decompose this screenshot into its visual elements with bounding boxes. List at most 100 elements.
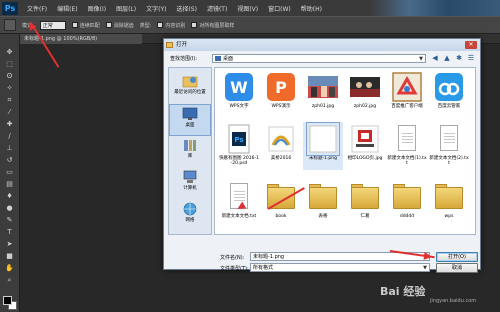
wps-presentation-icon: P bbox=[267, 73, 295, 101]
sample-all-checkbox[interactable] bbox=[191, 22, 198, 28]
hand-tool-icon[interactable]: ✋ bbox=[4, 264, 15, 273]
path-selection-tool-icon[interactable]: ➤ bbox=[4, 240, 15, 249]
baidu-cloud-icon bbox=[435, 73, 463, 101]
chevron-down-icon: ▼ bbox=[423, 265, 427, 271]
file-label: book bbox=[275, 214, 287, 219]
view-menu-icon[interactable]: ☰ bbox=[466, 53, 476, 63]
zoom-tool-icon[interactable]: ⌕ bbox=[4, 276, 15, 285]
sample-all-option[interactable]: 对所有图层取样 bbox=[191, 22, 234, 29]
file-item[interactable]: 仁葛 bbox=[345, 180, 385, 228]
magic-wand-tool-icon[interactable]: ✧ bbox=[4, 84, 15, 93]
lookin-select[interactable]: 桌面 ▼ bbox=[212, 54, 426, 63]
marquee-tool-icon[interactable]: ⬚ bbox=[4, 60, 15, 69]
baidu-jingyan-watermark: Bai 经验 bbox=[380, 285, 426, 298]
places-bar: 最近访问的位置 桌面 库 计算机 网络 bbox=[168, 67, 212, 235]
dodge-tool-icon[interactable]: ● bbox=[4, 204, 15, 213]
open-button[interactable]: 打开(O) bbox=[436, 252, 478, 262]
menu-select[interactable]: 选择(S) bbox=[171, 4, 202, 13]
clone-stamp-tool-icon[interactable]: ⊥ bbox=[4, 144, 15, 153]
file-item[interactable]: W WPS文字 bbox=[219, 70, 259, 118]
place-label: 网络 bbox=[185, 218, 195, 223]
menu-view[interactable]: 视图(V) bbox=[232, 4, 263, 13]
menu-help[interactable]: 帮助(H) bbox=[296, 4, 327, 13]
place-recent[interactable]: 最近访问的位置 bbox=[169, 72, 211, 104]
filetype-label: 文件类型(T): bbox=[220, 266, 249, 272]
place-label: 桌面 bbox=[185, 123, 195, 128]
file-label: zph01.jpg bbox=[311, 104, 335, 109]
file-item[interactable]: 百度推广客户端 bbox=[387, 70, 427, 118]
file-item[interactable]: zph01.jpg bbox=[303, 70, 343, 118]
dialog-title: 打开 bbox=[176, 42, 188, 48]
shape-tool-icon[interactable]: ■ bbox=[4, 252, 15, 261]
file-item[interactable]: 新建文本文档(2).txt bbox=[429, 122, 469, 170]
annotation-arrow-head bbox=[423, 251, 433, 261]
cancel-button[interactable]: 取消 bbox=[436, 263, 478, 273]
file-item[interactable]: book bbox=[261, 180, 301, 228]
antialias-option[interactable]: 消除锯齿 bbox=[105, 22, 134, 29]
lasso-tool-icon[interactable]: ʘ bbox=[4, 72, 15, 81]
place-network[interactable]: 网络 bbox=[169, 200, 211, 232]
contiguous-checkbox[interactable] bbox=[71, 22, 78, 28]
file-label: 快葛有图图 2016-1-20.psd bbox=[219, 156, 259, 166]
place-desktop[interactable]: 桌面 bbox=[169, 104, 211, 136]
place-label: 库 bbox=[187, 154, 193, 159]
open-dialog: 打开 ✕ 查找范围(I): 桌面 ▼ ◀ ▲ ✱ ☰ 最近访问的位置 桌面 库 … bbox=[163, 38, 481, 273]
folder-icon bbox=[391, 181, 423, 213]
eraser-tool-icon[interactable]: ▭ bbox=[4, 168, 15, 177]
antialias-label: 消除锯齿 bbox=[113, 22, 134, 29]
move-tool-icon[interactable]: ✥ bbox=[4, 48, 15, 57]
file-item[interactable]: 新建文本文档(1).txt bbox=[387, 122, 427, 170]
type-tool-icon[interactable]: T bbox=[4, 228, 15, 237]
place-library[interactable]: 库 bbox=[169, 136, 211, 168]
place-computer[interactable]: 计算机 bbox=[169, 168, 211, 200]
options-bar: 模式: 正常 连续匹配 消除锯齿 类型: 内容识别 对所有图层取样 bbox=[0, 16, 500, 34]
svg-text:Ps: Ps bbox=[234, 136, 243, 144]
file-item-selected[interactable]: 未标题-1.png bbox=[303, 122, 343, 170]
back-icon[interactable]: ◀ bbox=[430, 53, 440, 63]
file-item[interactable]: wps bbox=[429, 180, 469, 228]
file-item[interactable]: Ps 快葛有图图 2016-1-20.psd bbox=[219, 122, 259, 170]
new-folder-icon[interactable]: ✱ bbox=[454, 53, 464, 63]
menu-filter[interactable]: 滤镜(T) bbox=[202, 4, 232, 13]
blur-tool-icon[interactable]: ♦ bbox=[4, 192, 15, 201]
history-brush-tool-icon[interactable]: ↺ bbox=[4, 156, 15, 165]
contiguous-option[interactable]: 连续匹配 bbox=[71, 22, 100, 29]
menu-layer[interactable]: 图层(L) bbox=[111, 4, 141, 13]
nav-buttons: ◀ ▲ ✱ ☰ bbox=[430, 53, 478, 64]
network-icon bbox=[183, 202, 197, 216]
file-item[interactable]: 相印LOGO页.jpg bbox=[345, 122, 385, 170]
menu-type[interactable]: 文字(Y) bbox=[141, 4, 171, 13]
menu-edit[interactable]: 编辑(E) bbox=[52, 4, 82, 13]
mode-select[interactable]: 正常 bbox=[39, 20, 66, 30]
meiqiao-app-icon bbox=[268, 126, 294, 152]
file-item[interactable]: 百度云管家 bbox=[429, 70, 469, 118]
foreground-color-swatch[interactable] bbox=[3, 296, 12, 305]
tool-preset-picker[interactable] bbox=[4, 19, 16, 31]
tools-panel: ✥ ⬚ ʘ ✧ ⌗ ⁄ ✚ ∕ ⊥ ↺ ▭ ▤ ♦ ● ✎ T ➤ ■ ✋ ⌕ bbox=[0, 34, 20, 312]
menu-file[interactable]: 文件(F) bbox=[22, 4, 52, 13]
menu-window[interactable]: 窗口(W) bbox=[263, 4, 296, 13]
svg-text:W: W bbox=[230, 78, 248, 97]
crop-tool-icon[interactable]: ⌗ bbox=[4, 96, 15, 105]
file-item[interactable]: ddddd bbox=[387, 180, 427, 228]
menu-image[interactable]: 图像(I) bbox=[83, 4, 111, 13]
up-folder-icon[interactable]: ▲ bbox=[442, 53, 452, 63]
file-item[interactable]: zph02.jpg bbox=[345, 70, 385, 118]
content-aware-option[interactable]: 内容识别 bbox=[157, 22, 185, 29]
pen-tool-icon[interactable]: ✎ bbox=[4, 216, 15, 225]
filetype-select[interactable]: 所有格式 ▼ bbox=[250, 263, 430, 272]
png-file-icon bbox=[306, 122, 340, 156]
close-icon[interactable]: ✕ bbox=[465, 41, 477, 49]
eyedropper-tool-icon[interactable]: ⁄ bbox=[4, 108, 15, 117]
file-item[interactable]: P WPS演示 bbox=[261, 70, 301, 118]
healing-brush-tool-icon[interactable]: ✚ bbox=[4, 120, 15, 129]
file-item[interactable]: 美桥2016 bbox=[261, 122, 301, 170]
lookin-value: 桌面 bbox=[223, 56, 234, 62]
recent-icon bbox=[182, 76, 198, 88]
brush-tool-icon[interactable]: ∕ bbox=[4, 132, 15, 141]
file-item[interactable]: 表格 bbox=[303, 180, 343, 228]
content-aware-radio[interactable] bbox=[157, 22, 164, 28]
gradient-tool-icon[interactable]: ▤ bbox=[4, 180, 15, 189]
menu-bar: Ps 文件(F) 编辑(E) 图像(I) 图层(L) 文字(Y) 选择(S) 滤… bbox=[0, 0, 500, 16]
antialias-checkbox[interactable] bbox=[105, 22, 112, 28]
